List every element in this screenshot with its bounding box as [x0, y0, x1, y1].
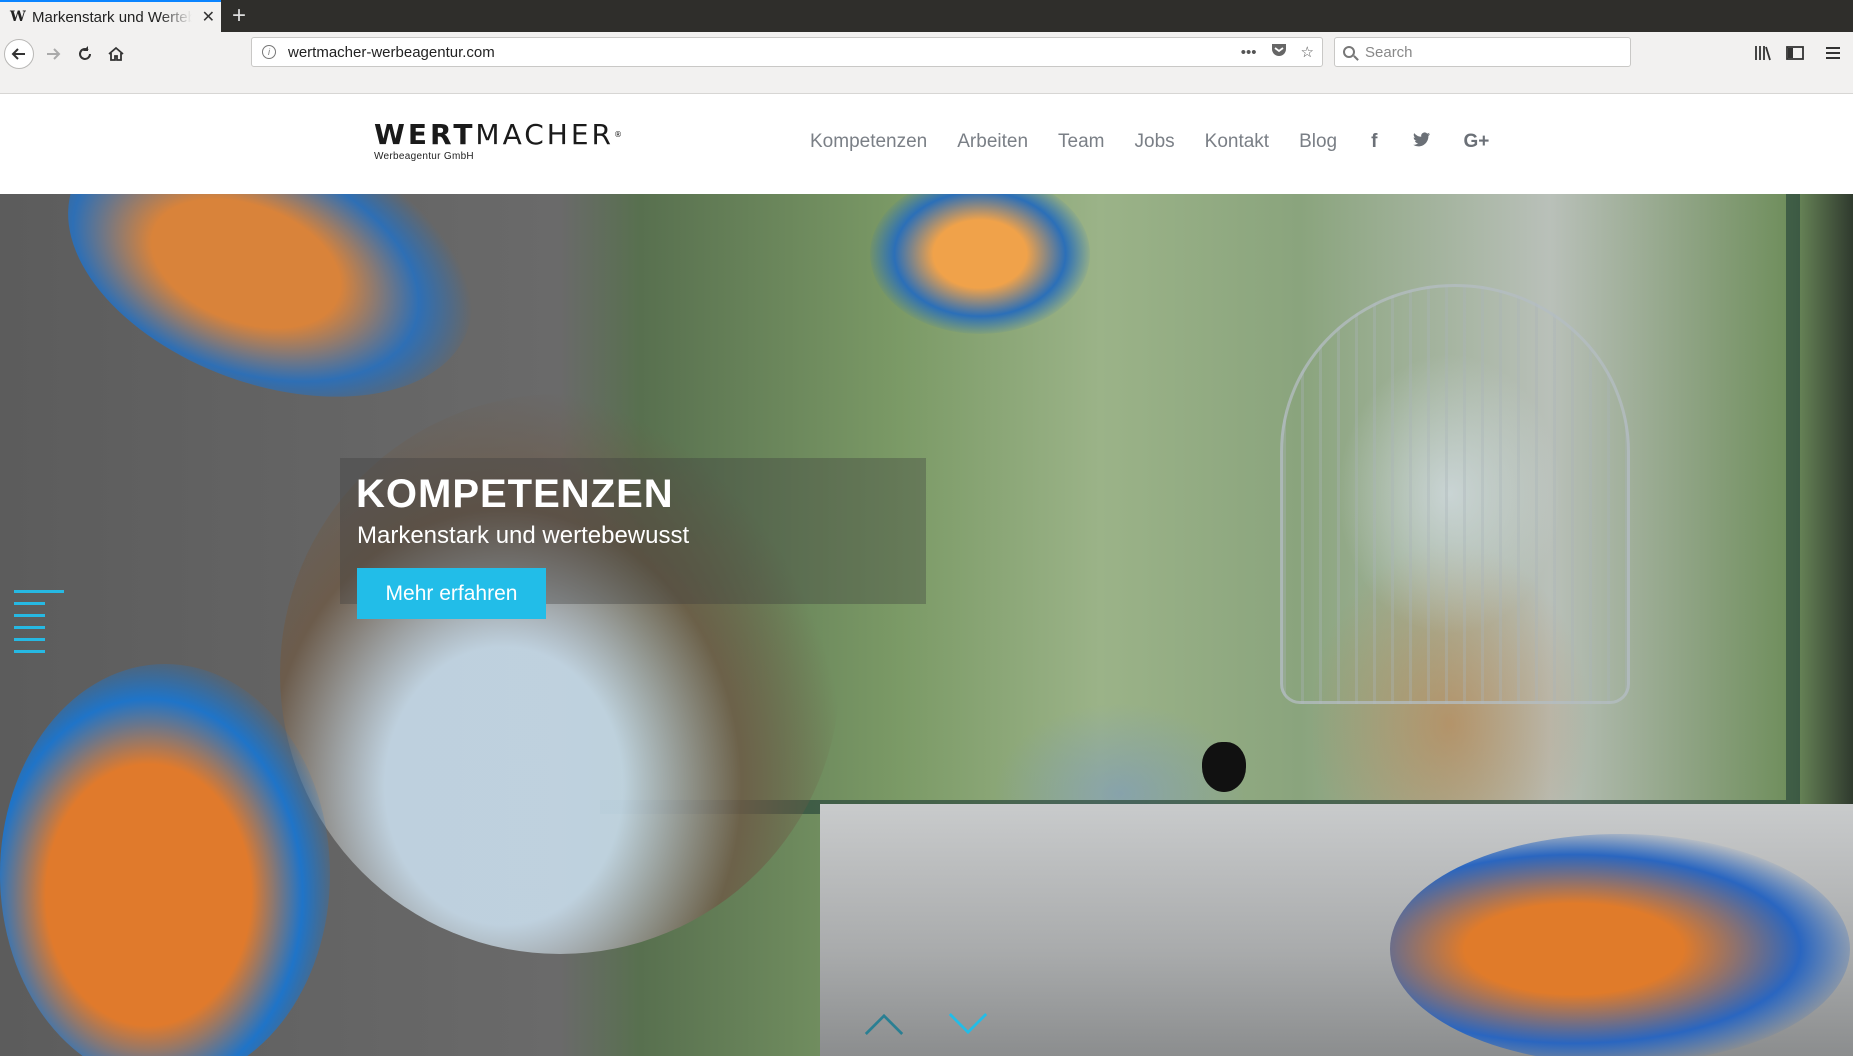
site-header: WERTMACHER® Werbeagentur GmbH Kompetenze…	[0, 95, 1853, 194]
logo-tagline: Werbeagentur GmbH	[374, 151, 474, 162]
slide-subtitle: Markenstark und wertebewusst	[357, 522, 690, 549]
new-tab-icon[interactable]: +	[232, 2, 246, 30]
twitter-icon[interactable]	[1413, 131, 1431, 153]
favicon-icon: W	[10, 9, 26, 25]
logo[interactable]: WERTMACHER® Werbeagentur GmbH	[374, 118, 625, 163]
home-button[interactable]	[101, 39, 131, 69]
arrow-right-icon	[47, 48, 61, 60]
forward-button[interactable]	[38, 39, 68, 69]
pocket-icon[interactable]	[1271, 43, 1287, 61]
tab-title: Markenstark und Wertebewusst	[32, 8, 192, 26]
library-icon[interactable]	[1748, 38, 1778, 68]
nav-item-kompetenzen[interactable]: Kompetenzen	[810, 131, 927, 153]
home-icon	[108, 46, 124, 61]
chevron-up-icon	[864, 1013, 904, 1035]
nav-item-team[interactable]: Team	[1058, 131, 1104, 153]
arrow-left-icon	[11, 48, 25, 60]
nav-item-blog[interactable]: Blog	[1299, 131, 1337, 153]
close-tab-icon[interactable]: ✕	[202, 7, 215, 27]
reload-button[interactable]	[70, 39, 100, 69]
slide-next-button[interactable]	[948, 1004, 988, 1044]
browser-toolbar: i wertmacher-werbeagentur.com ••• ☆ Sear…	[0, 32, 1853, 94]
nav-item-kontakt[interactable]: Kontakt	[1205, 131, 1269, 153]
logo-bold: WERT	[374, 118, 476, 151]
menu-icon[interactable]	[1818, 38, 1848, 68]
search-input[interactable]: Search	[1334, 37, 1631, 67]
more-info-button[interactable]: Mehr erfahren	[357, 568, 546, 619]
site-info-icon[interactable]: i	[262, 45, 276, 59]
bird-image	[1390, 834, 1850, 1056]
slide-prev-button[interactable]	[864, 1004, 904, 1044]
nav-item-jobs[interactable]: Jobs	[1135, 131, 1175, 153]
url-text: wertmacher-werbeagentur.com	[288, 43, 495, 61]
facebook-icon[interactable]: f	[1371, 131, 1377, 153]
back-button[interactable]	[4, 39, 34, 69]
bookmark-star-icon[interactable]: ☆	[1301, 43, 1314, 61]
chevron-down-icon	[948, 1013, 988, 1035]
google-plus-icon[interactable]: G+	[1463, 131, 1489, 153]
logo-registered: ®	[614, 130, 625, 139]
logo-rest: MACHER	[475, 118, 614, 151]
hero-slider: KOMPETENZEN Markenstark und wertebewusst…	[0, 194, 1853, 1056]
search-icon	[1343, 46, 1355, 58]
slide-title: KOMPETENZEN	[356, 472, 674, 516]
side-menu-icon[interactable]	[14, 590, 66, 662]
bird-image	[0, 664, 330, 1056]
reload-icon	[79, 46, 91, 60]
sidebar-toggle-icon[interactable]	[1780, 38, 1810, 68]
browser-tab-bar: W Markenstark und Wertebewusst ✕ +	[0, 0, 1853, 32]
address-bar[interactable]: i wertmacher-werbeagentur.com ••• ☆	[251, 37, 1323, 67]
apple-logo-icon	[1202, 742, 1246, 792]
main-nav: Kompetenzen Arbeiten Team Jobs Kontakt B…	[810, 131, 1489, 153]
birdcage-image	[1280, 284, 1630, 704]
bird-image	[29, 194, 511, 449]
search-placeholder: Search	[1365, 43, 1413, 61]
page-actions-icon[interactable]: •••	[1241, 44, 1257, 61]
browser-tab[interactable]: W Markenstark und Wertebewusst ✕	[0, 0, 221, 32]
nav-item-arbeiten[interactable]: Arbeiten	[957, 131, 1028, 153]
